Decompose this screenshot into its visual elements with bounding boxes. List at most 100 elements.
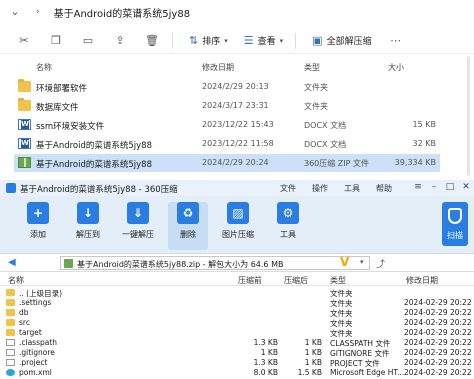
- tools-icon: ⚙: [277, 202, 299, 224]
- extract-all-button[interactable]: ▣ 全部解压缩: [312, 34, 371, 47]
- zip-row[interactable]: src 文件夹 2024-02-29 20:22: [0, 318, 474, 328]
- zip-name: src: [19, 318, 30, 327]
- add-label: 添加: [30, 230, 46, 239]
- up-folder-icon[interactable]: ⤴: [376, 257, 388, 270]
- maximize-icon[interactable]: □: [444, 182, 456, 192]
- zcol-name[interactable]: 名称: [8, 275, 24, 286]
- sort-button[interactable]: ⇅ 排序 ▾: [189, 34, 228, 47]
- zip-name: .classpath: [19, 338, 58, 347]
- chevron-right-icon[interactable]: ›: [36, 7, 40, 17]
- file-date: 2024/2/29 20:13: [202, 82, 269, 91]
- delete-button[interactable]: ♻ 删除: [168, 202, 208, 250]
- zip-compressed: 1.3 KB: [253, 358, 278, 367]
- menu-help[interactable]: 帮助: [376, 183, 392, 194]
- window-title: 基于Android的菜谱系统5jy88 - 360压缩: [20, 185, 178, 195]
- cut-icon[interactable]: ✂: [16, 33, 32, 49]
- copy-icon[interactable]: ❐: [48, 33, 64, 49]
- folder-icon: [6, 309, 15, 316]
- zip-modified: 2024-02-29 20:22: [404, 368, 472, 377]
- zip-row[interactable]: pom.xml 8.0 KB 1.5 KB Microsoft Edge HT... 2…: [0, 368, 474, 378]
- zip-toolbar: + 添加 ↓ 解压到 ⇓ 一键解压 ♻ 删除 ▨ 图片压缩 ⚙ 工具 扫描: [0, 196, 474, 254]
- zip-row[interactable]: .classpath 1.3 KB 1 KB CLASSPATH 文件 2024-02-…: [0, 338, 474, 348]
- image-compress-button[interactable]: ▨ 图片压缩: [218, 202, 258, 250]
- column-size[interactable]: 大小: [388, 62, 404, 73]
- zip-file-icon: [64, 259, 73, 268]
- zip-row[interactable]: .gitignore 1 KB 1 KB GITIGNORE 文件 2024-02-29…: [0, 348, 474, 358]
- folder-icon: [6, 299, 15, 306]
- extract-to-icon: ↓: [77, 202, 99, 224]
- chevron-down-icon[interactable]: ⌄: [8, 5, 22, 19]
- zip-title-bar: 基于Android的菜谱系统5jy88 - 360压缩 文件 操作 工具 帮助 …: [0, 180, 474, 196]
- rename-icon[interactable]: ▭: [80, 33, 96, 49]
- column-date[interactable]: 修改日期: [202, 62, 234, 73]
- zip-row[interactable]: .. (上级目录) 文件夹: [0, 288, 474, 298]
- zip-uncompressed: 1 KB: [304, 358, 322, 367]
- delete-label: 删除: [180, 230, 196, 239]
- column-type[interactable]: 类型: [304, 62, 320, 73]
- zip-modified: 2024-02-29 20:22: [404, 338, 472, 347]
- file-row[interactable]: 基于Android的菜谱系统5jy88 2023/12/22 11:58 DOCX …: [14, 135, 440, 153]
- file-name: 环境部署软件: [36, 84, 88, 94]
- zcol-type[interactable]: 类型: [330, 275, 346, 286]
- path-bar: ◀ 基于Android的菜谱系统5jy88.zip - 解包大小为 64.6 M…: [0, 254, 474, 272]
- one-click-extract-label: 一键解压: [122, 230, 154, 239]
- extract-all-label: 全部解压缩: [326, 37, 372, 47]
- zip-row[interactable]: .project 1.3 KB 1 KB PROJECT 文件 2024-02-29 2…: [0, 358, 474, 368]
- tools-button[interactable]: ⚙ 工具: [268, 202, 308, 250]
- file-icon: [6, 359, 15, 366]
- zcol-uncompressed[interactable]: 压缩后: [284, 275, 308, 286]
- share-icon[interactable]: ⇪: [112, 33, 128, 49]
- add-button[interactable]: + 添加: [18, 202, 58, 250]
- file-row[interactable]: 环境部署软件 2024/2/29 20:13 文件夹: [14, 78, 440, 96]
- zcol-modified[interactable]: 修改日期: [406, 275, 438, 286]
- file-icon: [6, 349, 15, 356]
- zip-compressed: 1.3 KB: [253, 338, 278, 347]
- chevron-down-icon[interactable]: ▾: [360, 258, 364, 266]
- file-type: 360压缩 ZIP 文件: [304, 159, 370, 168]
- zip-compressed: 1 KB: [260, 348, 278, 357]
- scan-label: 扫描: [447, 231, 463, 240]
- one-click-extract-button[interactable]: ⇓ 一键解压: [118, 202, 158, 250]
- app-logo-icon: [6, 183, 16, 193]
- column-headers: 名称 修改日期 类型 大小: [0, 58, 474, 74]
- zip-row[interactable]: target 文件夹 2024-02-29 20:22: [0, 328, 474, 338]
- file-name: ssm环境安装文件: [36, 122, 105, 132]
- menu-icon[interactable]: ≡: [412, 182, 424, 192]
- minimize-icon[interactable]: –: [428, 182, 440, 192]
- view-button[interactable]: ☰ 查看 ▾: [244, 34, 283, 47]
- zip-name: .project: [19, 358, 48, 367]
- zip-modified: 2024-02-29 20:22: [404, 358, 472, 367]
- file-size: 15 KB: [412, 120, 436, 129]
- close-icon[interactable]: ✕: [460, 182, 472, 192]
- view-icon: ☰: [243, 34, 254, 47]
- toolbar-divider: [172, 32, 173, 49]
- delete-icon[interactable]: 🗑: [144, 33, 160, 49]
- zip-modified: 2024-02-29 20:22: [404, 298, 472, 307]
- zip-row[interactable]: .settings 文件夹 2024-02-29 20:22: [0, 298, 474, 308]
- menu-operate[interactable]: 操作: [312, 183, 328, 194]
- zcol-compressed[interactable]: 压缩前: [238, 275, 262, 286]
- docx-icon: [18, 119, 31, 130]
- menu-tools[interactable]: 工具: [344, 183, 360, 194]
- menu-file[interactable]: 文件: [280, 183, 296, 194]
- zip-name: .settings: [19, 298, 52, 307]
- shield-icon: [448, 208, 462, 224]
- zip-modified: 2024-02-29 20:22: [404, 328, 472, 337]
- scrollbar[interactable]: [467, 56, 470, 176]
- file-date: 2023/12/22 11:58: [202, 139, 274, 148]
- file-type: DOCX 文档: [304, 140, 347, 149]
- file-row[interactable]: ssm环境安装文件 2023/12/22 15:43 DOCX 文档 15 KB: [14, 116, 440, 134]
- file-row[interactable]: 基于Android的菜谱系统5jy88 2024/2/29 20:24 360压缩 …: [14, 154, 440, 172]
- extract-to-button[interactable]: ↓ 解压到: [68, 202, 108, 250]
- add-icon: +: [27, 202, 49, 224]
- column-name[interactable]: 名称: [36, 62, 52, 73]
- folder-icon: [6, 289, 15, 296]
- file-row[interactable]: 数据库文件 2024/3/17 23:31 文件夹: [14, 97, 440, 115]
- path-field[interactable]: 基于Android的菜谱系统5jy88.zip - 解包大小为 64.6 MB: [60, 256, 370, 270]
- zip-row[interactable]: db 文件夹 2024-02-29 20:22: [0, 308, 474, 318]
- breadcrumb[interactable]: 基于Android的菜谱系统5jy88: [54, 5, 190, 20]
- back-icon[interactable]: ◀: [8, 257, 22, 269]
- verified-icon[interactable]: V: [340, 255, 349, 269]
- scan-button[interactable]: 扫描: [442, 202, 468, 246]
- more-icon[interactable]: ⋯: [388, 33, 404, 49]
